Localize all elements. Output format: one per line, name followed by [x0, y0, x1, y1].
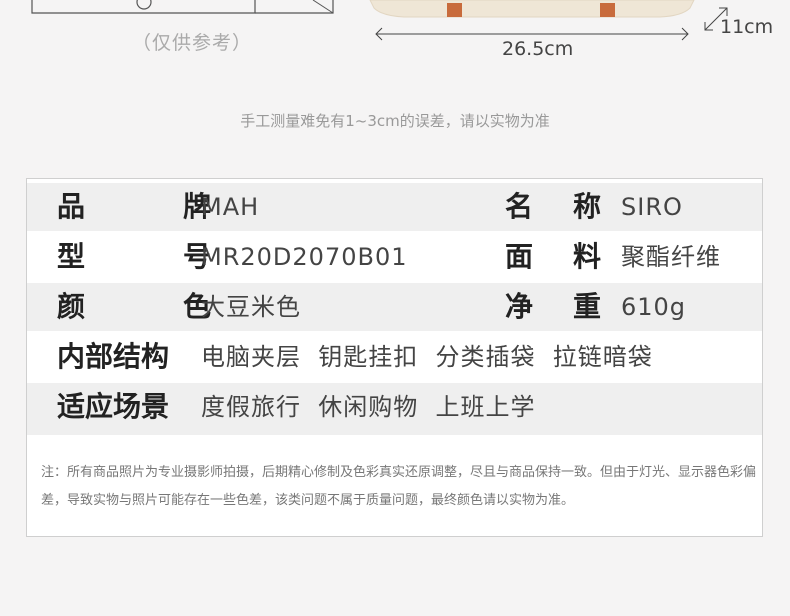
name-label-char-1: 名 [505, 190, 534, 223]
outline-diagonal [312, 0, 334, 14]
outline-drawing [31, 0, 256, 14]
weight-value: 610g [621, 293, 687, 321]
scenario-value: 度假旅行 休闲购物 上班上学 [201, 393, 536, 421]
material-value: 聚酯纤维 [621, 243, 721, 271]
photo-disclaimer: 注：所有商品照片为专业摄影师拍摄，后期精心修制及色彩真实还原调整，尽且与商品保持… [41, 465, 757, 508]
brand-label: 品 牌 [57, 183, 211, 231]
model-value: MR20D2070B01 [201, 243, 408, 271]
name-label-char-2: 称 [572, 190, 601, 223]
model-label-char-1: 型 [57, 240, 86, 273]
depth-dimension-label: 11cm [720, 16, 774, 38]
reference-caption: （仅供参考） [132, 32, 253, 54]
outline-circle [136, 0, 152, 10]
spec-row-scenario-tail [27, 431, 762, 435]
weight-label-char-1: 净 [505, 290, 534, 323]
weight-label: 净 重 [505, 283, 601, 331]
brand-label-char-1: 品 [57, 190, 86, 223]
spec-row-color-weight: 颜 色 大豆米色 净 重 610g [27, 283, 762, 331]
dimension-diagram [31, 0, 728, 41]
scenario-label: 适应场景 [57, 390, 170, 423]
model-label: 型 号 [57, 233, 211, 281]
color-label-char-1: 颜 [57, 290, 86, 323]
bag-strap-right [600, 3, 615, 17]
name-label: 名 称 [505, 183, 601, 231]
structure-value: 电脑夹层 钥匙挂扣 分类插袋 拉链暗袋 [201, 343, 653, 371]
bag-body [369, 0, 695, 18]
material-label-char-1: 面 [505, 240, 534, 273]
width-dimension-label: 26.5cm [502, 38, 574, 60]
product-dimension-figure: （仅供参考） 26.5cm 11cm [0, 0, 790, 90]
bag-strap-left [447, 3, 462, 17]
material-label: 面 料 [505, 233, 601, 281]
spec-row-brand-name: 品 牌 MAH 名 称 SIRO [27, 183, 762, 231]
structure-label: 内部结构 [57, 340, 170, 373]
measurement-note: 手工测量难免有1~3cm的误差，请以实物为准 [240, 112, 550, 130]
brand-value: MAH [201, 193, 260, 221]
material-label-char-2: 料 [572, 240, 601, 273]
color-label: 颜 色 [57, 283, 211, 331]
spec-row-model-material: 型 号 MR20D2070B01 面 料 聚酯纤维 [27, 233, 762, 281]
weight-label-char-2: 重 [572, 290, 601, 323]
spec-row-structure: 内部结构 电脑夹层 钥匙挂扣 分类插袋 拉链暗袋 [27, 333, 762, 381]
color-value: 大豆米色 [201, 293, 301, 321]
spec-row-scenario: 适应场景 度假旅行 休闲购物 上班上学 [27, 383, 762, 431]
spec-table: 品 牌 MAH 名 称 SIRO 型 号 MR20D2070B01 面 料 聚酯… [26, 178, 763, 537]
outline-drawing-side [255, 0, 334, 14]
name-value: SIRO [621, 193, 683, 221]
